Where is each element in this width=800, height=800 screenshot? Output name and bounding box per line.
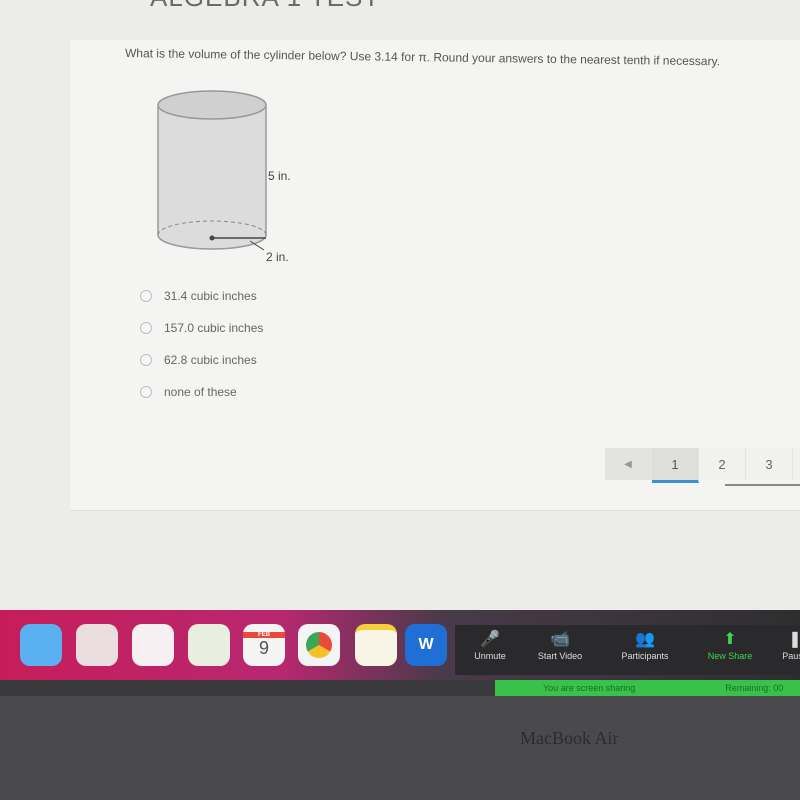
- radius-label: 2 in.: [266, 250, 289, 264]
- new-share-button[interactable]: ⬆ New Share: [695, 629, 765, 661]
- page-button-4[interactable]: 4: [793, 448, 800, 480]
- prev-page-button[interactable]: ◀: [605, 448, 652, 480]
- zoom-meeting-controls: 🎤 Unmute 📹 Start Video 👥 Participants ⬆ New …: [455, 625, 800, 675]
- answer-option[interactable]: 157.0 cubic inches: [140, 312, 263, 344]
- radio-button[interactable]: [140, 354, 152, 366]
- maps-icon[interactable]: [188, 624, 230, 666]
- option-label: 31.4 cubic inches: [164, 289, 257, 303]
- notes-icon[interactable]: [355, 624, 397, 666]
- screen-sharing-status: You are screen sharing Remaining: 00: [495, 680, 800, 696]
- video-off-icon: 📹: [550, 631, 570, 648]
- option-label: 157.0 cubic inches: [164, 321, 264, 335]
- radio-button[interactable]: [140, 290, 152, 302]
- calendar-day: 9: [258, 637, 269, 658]
- finder-icon[interactable]: [20, 624, 62, 666]
- pause-icon: ❚: [788, 631, 800, 648]
- pagination: ◀ 1 2 3 4: [605, 448, 800, 483]
- option-label: 62.8 cubic inches: [164, 353, 257, 367]
- laptop-bezel: [0, 696, 800, 800]
- radio-button[interactable]: [140, 322, 152, 334]
- device-label: MacBook Air: [520, 728, 619, 748]
- answer-option[interactable]: none of these: [140, 376, 263, 408]
- participants-icon: 👥: [635, 631, 655, 648]
- start-video-button[interactable]: 📹 Start Video: [525, 629, 595, 661]
- share-arrow-icon: ⬆: [723, 631, 737, 648]
- page-button-2[interactable]: 2: [699, 448, 746, 480]
- option-label: none of these: [164, 385, 237, 399]
- page-button-1[interactable]: 1: [652, 448, 699, 483]
- pause-share-button[interactable]: ❚Pause: [760, 629, 800, 661]
- answer-option[interactable]: 31.4 cubic inches: [140, 280, 263, 312]
- reminders-icon[interactable]: [132, 624, 174, 666]
- answer-option[interactable]: 62.8 cubic inches: [140, 344, 263, 376]
- pagination-underline: [725, 484, 800, 486]
- cylinder-figure: 5 in. 2 in.: [157, 90, 291, 264]
- launchpad-icon[interactable]: [76, 624, 118, 666]
- participants-button[interactable]: 👥 Participants: [610, 629, 680, 661]
- page-button-3[interactable]: 3: [746, 448, 793, 480]
- unmute-button[interactable]: 🎤 Unmute: [455, 629, 525, 661]
- browser-screen: ALGEBRA 1 TEST What is the volume of the…: [0, 0, 800, 610]
- chrome-icon[interactable]: [298, 624, 340, 666]
- muted-mic-icon: 🎤: [480, 631, 500, 648]
- page-title: ALGEBRA 1 TEST: [150, 0, 380, 13]
- word-icon[interactable]: W: [405, 624, 447, 666]
- answer-options: 31.4 cubic inches 157.0 cubic inches 62.…: [140, 280, 263, 408]
- radio-button[interactable]: [140, 386, 152, 398]
- calendar-icon[interactable]: FEB 9: [243, 624, 285, 666]
- height-label: 5 in.: [268, 169, 291, 183]
